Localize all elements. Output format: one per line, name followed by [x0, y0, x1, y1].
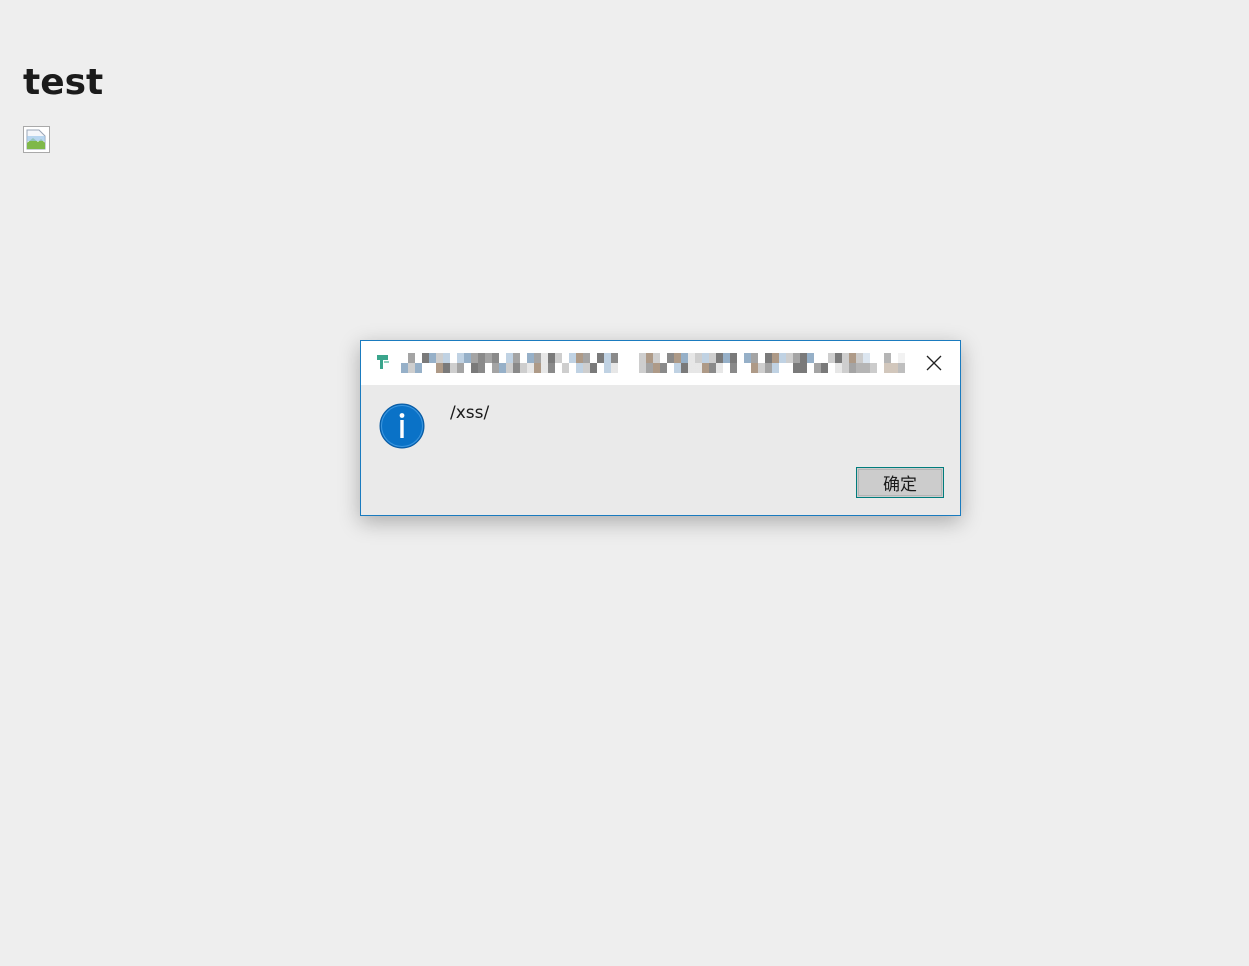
page-title: test — [23, 62, 104, 103]
broken-image-icon — [23, 126, 50, 153]
dialog-title-obscured — [401, 353, 906, 373]
close-icon — [926, 355, 942, 371]
close-button[interactable] — [919, 349, 949, 377]
alert-dialog: /xss/ 确定 — [360, 340, 961, 516]
app-icon — [375, 353, 391, 371]
page: test /xss/ 确定 — [0, 0, 1249, 966]
ok-button[interactable]: 确定 — [856, 467, 944, 498]
dialog-titlebar — [361, 341, 960, 385]
dialog-message: /xss/ — [450, 403, 490, 423]
info-icon — [379, 403, 425, 449]
